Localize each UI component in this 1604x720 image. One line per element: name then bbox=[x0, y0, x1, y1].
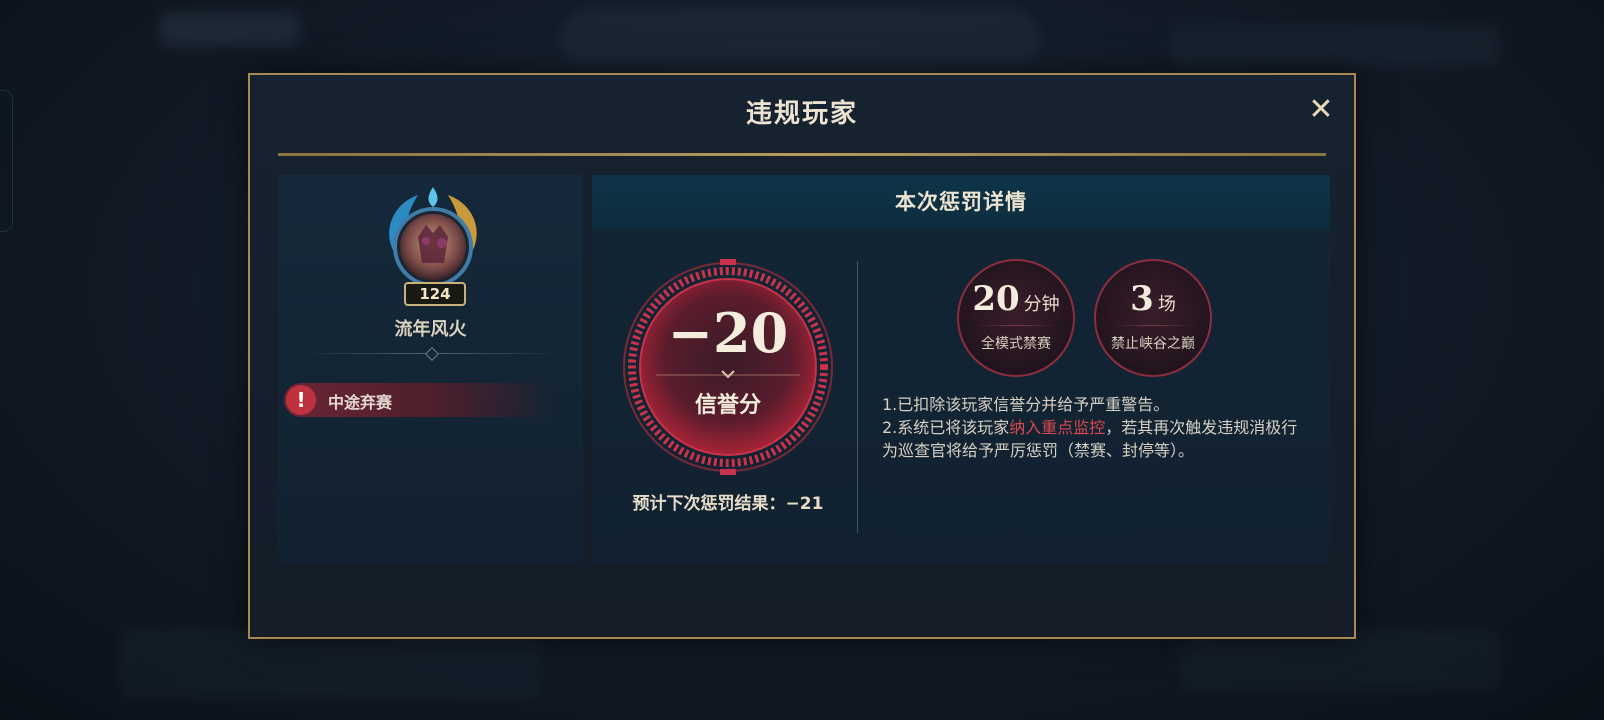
penalty-note-1: 1.已扣除该玩家信誉分并给予严重警告。 bbox=[882, 395, 1170, 414]
violation-type-label: 中途弃赛 bbox=[328, 393, 393, 412]
credit-score-ring: −20 信誉分 bbox=[620, 259, 836, 475]
background-blur bbox=[560, 8, 1040, 68]
close-button[interactable]: ✕ bbox=[1306, 95, 1336, 125]
violation-type-tag: ! 中途弃赛 bbox=[284, 383, 554, 417]
credit-score-label: 信誉分 bbox=[694, 393, 761, 418]
next-penalty-estimate: 预计下次惩罚结果：−21 bbox=[632, 494, 824, 514]
dialog-title: 违规玩家 bbox=[745, 99, 858, 129]
penalty-note-2: 2.系统已将该玩家纳入重点监控，若其再次触发违规消极行为巡查官将给予严厉惩罚（禁… bbox=[882, 416, 1312, 462]
ranked-ban-badge: 3场 禁止峡谷之巅 bbox=[1094, 259, 1212, 377]
title-divider bbox=[278, 153, 1326, 156]
credit-score-change: −20 bbox=[667, 301, 789, 365]
monitoring-highlight: 纳入重点监控 bbox=[1009, 418, 1106, 437]
ban-duration-unit: 分钟 bbox=[1023, 294, 1060, 315]
note-2-prefix: 2.系统已将该玩家 bbox=[882, 418, 1010, 437]
ranked-ban-unit: 场 bbox=[1157, 294, 1176, 315]
ban-duration-desc: 全模式禁赛 bbox=[981, 336, 1051, 352]
player-level-badge: 124 bbox=[404, 282, 466, 306]
ban-duration-badge: 20 分钟 全模式禁赛 bbox=[957, 259, 1075, 377]
player-panel: 124 流年风火 ! 中途弃赛 bbox=[278, 175, 583, 563]
side-tab bbox=[0, 90, 13, 232]
ranked-ban-value: 3 bbox=[1130, 279, 1154, 319]
warning-icon: ! bbox=[286, 385, 316, 415]
ban-duration-value: 20 bbox=[972, 279, 1020, 319]
vertical-divider bbox=[857, 261, 858, 533]
divider-ornament bbox=[424, 346, 440, 362]
player-name: 流年风火 bbox=[394, 319, 467, 340]
background-blur bbox=[1180, 630, 1500, 690]
player-avatar: 124 bbox=[378, 185, 488, 306]
ranked-ban-desc: 禁止峡谷之巅 bbox=[1111, 336, 1195, 352]
badge-divider bbox=[1112, 325, 1194, 326]
penalty-details-header: 本次惩罚详情 bbox=[592, 175, 1330, 229]
penalty-details-panel: 本次惩罚详情 −20 信誉分 预计下次惩罚结果：−21 20 分钟 全模式禁赛 … bbox=[592, 175, 1330, 563]
violation-player-dialog: 违规玩家 ✕ 124 流年风火 ! 中途弃赛 本次惩罚详情 −20 信誉分 预计… bbox=[248, 73, 1356, 639]
background-blur bbox=[160, 12, 300, 46]
badge-divider bbox=[975, 325, 1057, 326]
penalty-notes: 1.已扣除该玩家信誉分并给予严重警告。 2.系统已将该玩家纳入重点监控，若其再次… bbox=[882, 393, 1312, 462]
score-ring-icon bbox=[623, 259, 833, 475]
background-blur bbox=[1170, 26, 1500, 66]
